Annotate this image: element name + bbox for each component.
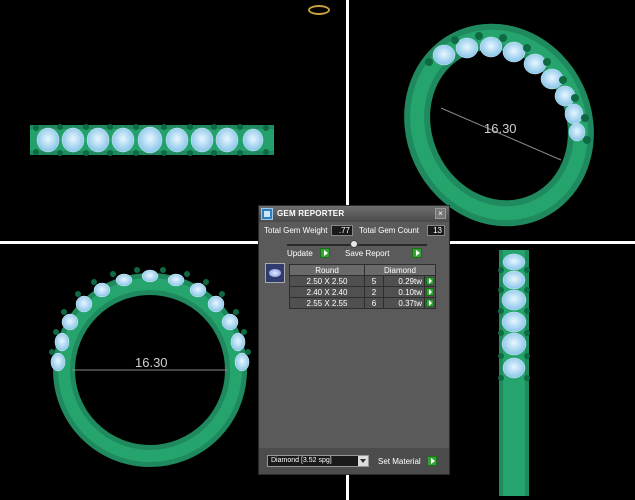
gem-qty: 2: [364, 286, 384, 298]
panel-title: GEM REPORTER: [277, 209, 345, 218]
table-row[interactable]: 2.50 X 2.50 5 0.29tw: [289, 275, 436, 287]
select-row-button[interactable]: [426, 299, 434, 307]
chevron-down-icon[interactable]: [358, 456, 368, 466]
gem-qty: 5: [364, 275, 384, 287]
panel-footer: Diamond [3.52 spg] Set Material: [259, 448, 449, 474]
save-report-label[interactable]: Save Report: [345, 249, 389, 258]
update-button[interactable]: [320, 248, 330, 258]
select-row-button[interactable]: [426, 277, 434, 285]
material-selected-value: Diamond [3.52 spg]: [271, 457, 332, 464]
slider-handle[interactable]: [350, 240, 358, 248]
gem-weight: 0.37tw: [383, 297, 425, 309]
dimension-label: 16.30: [484, 121, 517, 136]
round-gem-icon[interactable]: [265, 263, 285, 283]
table-row[interactable]: 2.55 X 2.55 6 0.37tw: [289, 297, 436, 309]
gem-size: 2.40 X 2.40: [289, 286, 365, 298]
total-gem-count-label: Total Gem Count: [359, 226, 420, 235]
gem-table: Round Diamond 2.50 X 2.50 5 0.29tw 2.40 …: [289, 264, 436, 309]
column-header-material: Diamond: [364, 264, 436, 276]
total-gem-weight-field[interactable]: .77: [331, 225, 353, 236]
set-material-button[interactable]: [427, 456, 437, 466]
gem-reporter-logo-icon: [261, 208, 273, 220]
update-label[interactable]: Update: [287, 249, 313, 258]
panel-titlebar[interactable]: GEM REPORTER ×: [259, 206, 449, 222]
column-header-shape: Round: [289, 264, 365, 276]
gem-reporter-panel: GEM REPORTER × Total Gem Weight .77 Tota…: [258, 205, 450, 475]
dimension-label: 16.30: [135, 355, 168, 370]
total-gem-count-field[interactable]: 13: [427, 225, 445, 236]
total-gem-weight-label: Total Gem Weight: [264, 226, 328, 235]
gem-weight: 0.10tw: [383, 286, 425, 298]
select-row-button[interactable]: [426, 288, 434, 296]
table-row[interactable]: 2.40 X 2.40 2 0.10tw: [289, 286, 436, 298]
set-material-label[interactable]: Set Material: [378, 457, 421, 466]
gem-size: 2.50 X 2.50: [289, 275, 365, 287]
gem-weight: 0.29tw: [383, 275, 425, 287]
gem-qty: 6: [364, 297, 384, 309]
table-header-row: Round Diamond: [289, 264, 436, 276]
material-select[interactable]: Diamond [3.52 spg]: [267, 455, 369, 467]
save-report-button[interactable]: [412, 248, 422, 258]
gem-size: 2.55 X 2.55: [289, 297, 365, 309]
close-button[interactable]: ×: [435, 208, 446, 219]
